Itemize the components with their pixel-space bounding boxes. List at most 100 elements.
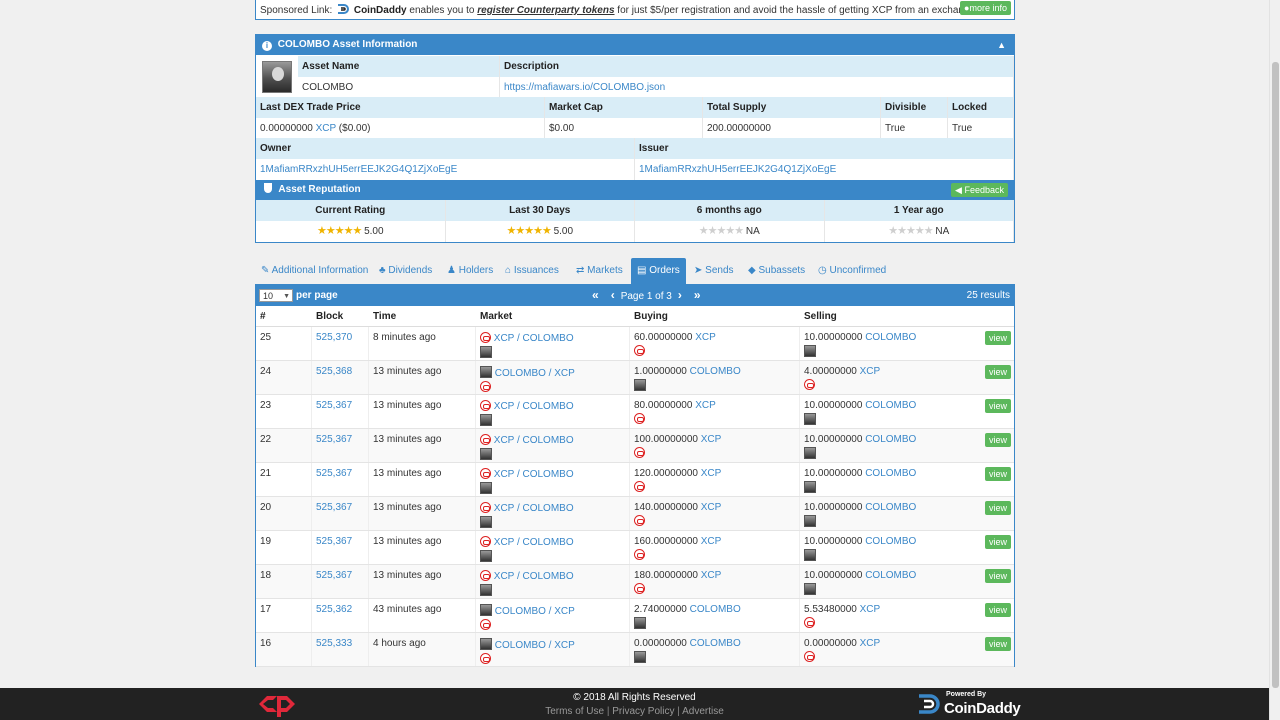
price-usd: ($0.00) [338,123,371,134]
tab-sends[interactable]: ➤ Sends [694,258,734,284]
buy-amount: 1.00000000 [634,366,687,377]
next-page-button[interactable]: › [678,288,682,302]
table-row: 19 525,367 13 minutes ago XCP / COLOMBO 160… [256,531,1014,565]
tab-issuances[interactable]: ⌂ Issuances [505,258,559,284]
market-link[interactable]: XCP / COLOMBO [494,571,574,582]
per-page-select[interactable]: 10 ▼ [259,289,293,302]
clock-icon: ◷ [818,265,827,276]
block-link[interactable]: 525,367 [316,536,352,547]
sell-asset-link[interactable]: COLOMBO [865,468,916,479]
view-order-button[interactable]: view [984,399,1011,413]
sell-asset-link[interactable]: XCP [860,638,881,649]
tab-holders[interactable]: ♟ Holders [447,258,493,284]
sell-asset-link[interactable]: XCP [860,366,881,377]
advertise-link[interactable]: Advertise [682,706,724,717]
more-info-button[interactable]: ●more info [960,1,1011,15]
tab-unconfirmed[interactable]: ◷ Unconfirmed [818,258,886,284]
last-page-button[interactable]: » [694,288,701,302]
first-page-button[interactable]: « [592,288,599,302]
owner-address-link[interactable]: 1MafiamRRxzhUH5errEEJK2G4Q1ZjXoEgE [260,164,457,175]
sell-asset-link[interactable]: COLOMBO [865,400,916,411]
asset-info-header[interactable]: i COLOMBO Asset Information ▲ [256,35,1014,55]
block-link[interactable]: 525,370 [316,332,352,343]
buy-asset-link[interactable]: XCP [701,468,722,479]
scrollbar-thumb[interactable] [1272,62,1279,688]
block-link[interactable]: 525,367 [316,502,352,513]
buy-asset-link[interactable]: XCP [701,434,722,445]
block-link[interactable]: 525,367 [316,570,352,581]
page-scrollbar[interactable] [1269,0,1280,720]
chevron-down-icon: ▼ [283,293,290,300]
market-link[interactable]: XCP / COLOMBO [494,401,574,412]
sell-asset-link[interactable]: XCP [860,604,881,615]
issuer-address-link[interactable]: 1MafiamRRxzhUH5errEEJK2G4Q1ZjXoEgE [639,164,836,175]
coindaddy-footer-logo[interactable]: Powered By CoinDaddy [916,691,1021,717]
buy-asset-link[interactable]: XCP [701,536,722,547]
view-order-button[interactable]: view [984,535,1011,549]
tab-dividends[interactable]: ♣ Dividends [379,258,432,284]
sell-amount: 10.00000000 [804,468,863,479]
market-link[interactable]: XCP / COLOMBO [494,435,574,446]
star-icon: ★ [334,225,345,237]
market-link[interactable]: XCP / COLOMBO [494,469,574,480]
star-icon: ★ [524,225,534,237]
tab-subassets[interactable]: ◆ Subassets [748,258,805,284]
block-link[interactable]: 525,367 [316,468,352,479]
buy-asset-link[interactable]: COLOMBO [690,366,741,377]
star-icon: ★ [506,225,516,237]
buy-asset-link[interactable]: XCP [695,400,716,411]
xcp-token-icon [634,583,645,594]
block-link[interactable]: 525,362 [316,604,352,615]
sell-asset-link[interactable]: COLOMBO [865,332,916,343]
register-tokens-link[interactable]: register Counterparty tokens [477,5,614,16]
market-link[interactable]: COLOMBO / XCP [495,640,575,651]
view-order-button[interactable]: view [984,467,1011,481]
buy-asset-link[interactable]: XCP [701,570,722,581]
block-link[interactable]: 525,333 [316,638,352,649]
order-number: 21 [256,463,312,496]
market-cap-value: $0.00 [545,118,703,139]
tab-label: Issuances [513,265,559,276]
sell-asset-link[interactable]: COLOMBO [865,434,916,445]
description-link[interactable]: https://mafiawars.io/COLOMBO.json [504,82,665,93]
view-order-button[interactable]: view [984,501,1011,515]
buy-asset-link[interactable]: XCP [701,502,722,513]
privacy-policy-link[interactable]: Privacy Policy [612,706,674,717]
market-link[interactable]: COLOMBO / XCP [495,606,575,617]
view-order-button[interactable]: view [984,569,1011,583]
xcp-token-icon [480,653,491,664]
tab-additional-information[interactable]: ✎ Additional Information [261,258,368,284]
tab-orders[interactable]: ▤ Orders [631,258,686,284]
view-order-button[interactable]: view [984,637,1011,651]
sell-amount: 0.00000000 [804,638,857,649]
asset-info-panel: i COLOMBO Asset Information ▲ Asset Name… [255,34,1015,243]
sponsor-brand: CoinDaddy [353,5,407,16]
col-market: Market [480,311,513,322]
block-link[interactable]: 525,367 [316,434,352,445]
sell-asset-link[interactable]: COLOMBO [865,536,916,547]
reputation-col: Last 30 Days ★★★★★ 5.00 [445,200,635,242]
previous-page-button[interactable]: ‹ [611,288,615,302]
buy-asset-link[interactable]: XCP [695,332,716,343]
view-order-button[interactable]: view [984,603,1011,617]
terms-of-use-link[interactable]: Terms of Use [545,706,604,717]
buy-asset-link[interactable]: COLOMBO [690,638,741,649]
block-link[interactable]: 525,368 [316,366,352,377]
buy-asset-link[interactable]: COLOMBO [690,604,741,615]
view-order-button[interactable]: view [984,365,1011,379]
sell-asset-link[interactable]: COLOMBO [865,570,916,581]
collapse-chevron-up-icon[interactable]: ▲ [997,35,1006,55]
price-xcp-link[interactable]: XCP [316,123,336,134]
tab-markets[interactable]: ⇄ Markets [576,258,623,284]
market-link[interactable]: XCP / COLOMBO [494,503,574,514]
buy-amount: 140.00000000 [634,502,698,513]
block-link[interactable]: 525,367 [316,400,352,411]
market-link[interactable]: XCP / COLOMBO [494,537,574,548]
sell-asset-link[interactable]: COLOMBO [865,502,916,513]
view-order-button[interactable]: view [984,433,1011,447]
market-link[interactable]: XCP / COLOMBO [494,333,574,344]
feedback-button[interactable]: ◀ Feedback [951,183,1008,197]
xcp-token-icon [804,651,815,662]
view-order-button[interactable]: view [984,331,1011,345]
market-link[interactable]: COLOMBO / XCP [495,368,575,379]
